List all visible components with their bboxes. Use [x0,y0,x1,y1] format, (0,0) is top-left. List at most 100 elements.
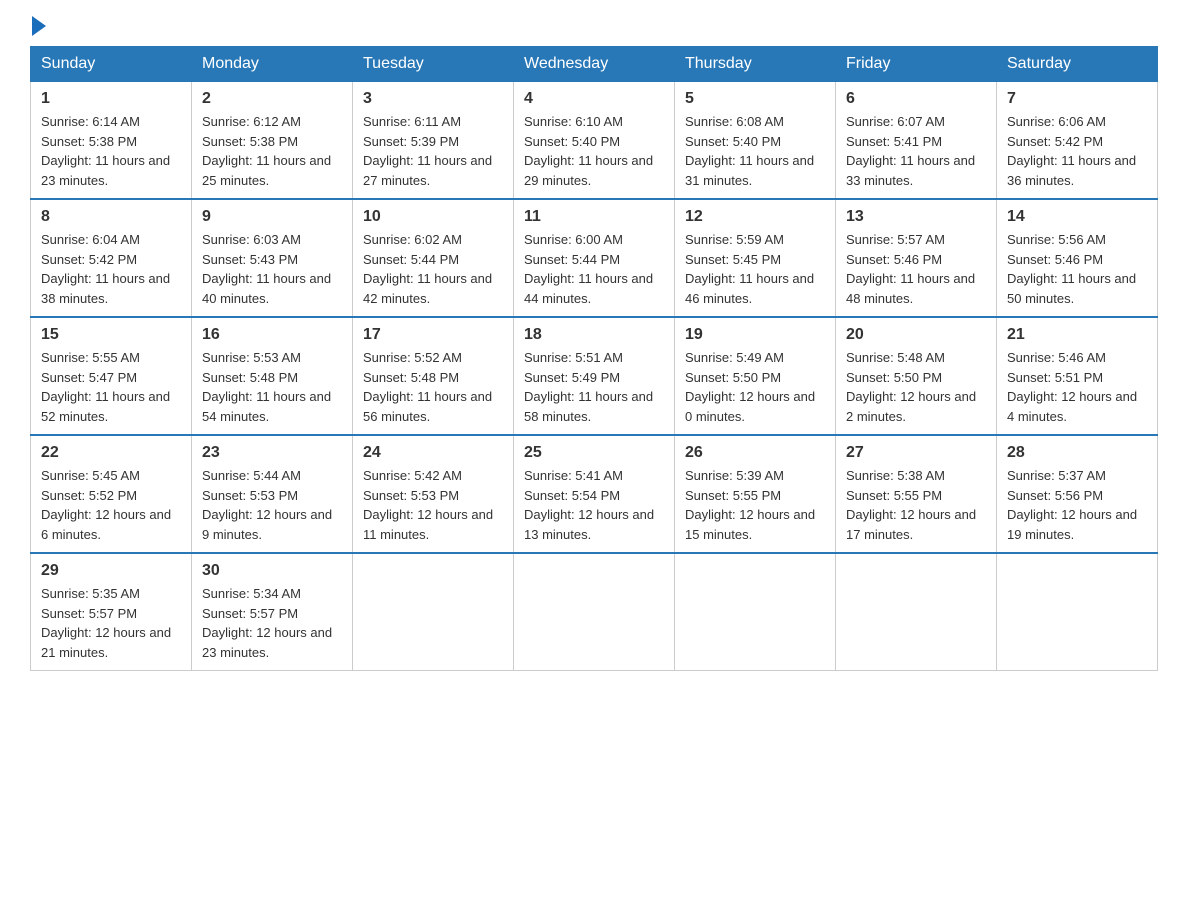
col-header-monday: Monday [192,47,353,82]
day-number: 22 [41,444,181,462]
day-number: 10 [363,208,503,226]
calendar-week-row: 1 Sunrise: 6:14 AMSunset: 5:38 PMDaylight… [31,82,1158,200]
day-info: Sunrise: 6:00 AMSunset: 5:44 PMDaylight:… [524,230,664,308]
day-info: Sunrise: 6:08 AMSunset: 5:40 PMDaylight:… [685,112,825,190]
calendar-cell: 30 Sunrise: 5:34 AMSunset: 5:57 PMDayligh… [192,553,353,671]
day-info: Sunrise: 5:57 AMSunset: 5:46 PMDaylight:… [846,230,986,308]
day-info: Sunrise: 5:45 AMSunset: 5:52 PMDaylight:… [41,466,181,544]
calendar-header-row: SundayMondayTuesdayWednesdayThursdayFrid… [31,47,1158,82]
calendar-cell: 21 Sunrise: 5:46 AMSunset: 5:51 PMDayligh… [997,317,1158,435]
calendar-cell: 12 Sunrise: 5:59 AMSunset: 5:45 PMDayligh… [675,199,836,317]
calendar-cell: 29 Sunrise: 5:35 AMSunset: 5:57 PMDayligh… [31,553,192,671]
day-info: Sunrise: 6:04 AMSunset: 5:42 PMDaylight:… [41,230,181,308]
day-number: 15 [41,326,181,344]
day-number: 23 [202,444,342,462]
day-number: 14 [1007,208,1147,226]
calendar-cell [997,553,1158,671]
calendar-week-row: 22 Sunrise: 5:45 AMSunset: 5:52 PMDayligh… [31,435,1158,553]
calendar-cell: 15Sunrise: 5:55 AMSunset: 5:47 PMDayligh… [31,317,192,435]
day-info: Sunrise: 6:11 AMSunset: 5:39 PMDaylight:… [363,112,503,190]
col-header-friday: Friday [836,47,997,82]
calendar-cell: 25 Sunrise: 5:41 AMSunset: 5:54 PMDayligh… [514,435,675,553]
day-number: 17 [363,326,503,344]
calendar-cell: 8 Sunrise: 6:04 AMSunset: 5:42 PMDaylight… [31,199,192,317]
day-number: 7 [1007,90,1147,108]
calendar-cell: 26 Sunrise: 5:39 AMSunset: 5:55 PMDayligh… [675,435,836,553]
calendar-cell: 19Sunrise: 5:49 AMSunset: 5:50 PMDayligh… [675,317,836,435]
day-number: 16 [202,326,342,344]
day-info: Sunrise: 6:10 AMSunset: 5:40 PMDaylight:… [524,112,664,190]
day-number: 8 [41,208,181,226]
logo [30,20,46,36]
day-info: Sunrise: 5:41 AMSunset: 5:54 PMDaylight:… [524,466,664,544]
calendar-cell [675,553,836,671]
day-info: Sunrise: 5:34 AMSunset: 5:57 PMDaylight:… [202,584,342,662]
calendar-week-row: 15Sunrise: 5:55 AMSunset: 5:47 PMDayligh… [31,317,1158,435]
day-info: Sunrise: 5:39 AMSunset: 5:55 PMDaylight:… [685,466,825,544]
day-number: 5 [685,90,825,108]
day-info: Sunrise: 5:51 AMSunset: 5:49 PMDaylight:… [524,348,664,426]
calendar-cell: 4 Sunrise: 6:10 AMSunset: 5:40 PMDaylight… [514,82,675,200]
calendar-cell: 16 Sunrise: 5:53 AMSunset: 5:48 PMDayligh… [192,317,353,435]
calendar-cell [836,553,997,671]
day-number: 1 [41,90,181,108]
day-number: 2 [202,90,342,108]
day-info: Sunrise: 6:12 AMSunset: 5:38 PMDaylight:… [202,112,342,190]
calendar-cell: 20 Sunrise: 5:48 AMSunset: 5:50 PMDayligh… [836,317,997,435]
calendar-cell: 13 Sunrise: 5:57 AMSunset: 5:46 PMDayligh… [836,199,997,317]
calendar-cell: 2 Sunrise: 6:12 AMSunset: 5:38 PMDaylight… [192,82,353,200]
day-number: 6 [846,90,986,108]
calendar-cell: 10 Sunrise: 6:02 AMSunset: 5:44 PMDayligh… [353,199,514,317]
day-number: 27 [846,444,986,462]
day-info: Sunrise: 6:06 AMSunset: 5:42 PMDaylight:… [1007,112,1147,190]
day-number: 18 [524,326,664,344]
day-info: Sunrise: 6:02 AMSunset: 5:44 PMDaylight:… [363,230,503,308]
calendar-week-row: 8 Sunrise: 6:04 AMSunset: 5:42 PMDaylight… [31,199,1158,317]
calendar-cell: 18 Sunrise: 5:51 AMSunset: 5:49 PMDayligh… [514,317,675,435]
day-number: 24 [363,444,503,462]
day-number: 4 [524,90,664,108]
calendar-cell: 27Sunrise: 5:38 AMSunset: 5:55 PMDayligh… [836,435,997,553]
col-header-sunday: Sunday [31,47,192,82]
calendar-cell [353,553,514,671]
calendar-cell: 7 Sunrise: 6:06 AMSunset: 5:42 PMDaylight… [997,82,1158,200]
day-info: Sunrise: 5:52 AMSunset: 5:48 PMDaylight:… [363,348,503,426]
day-info: Sunrise: 6:14 AMSunset: 5:38 PMDaylight:… [41,112,181,190]
calendar-cell: 6Sunrise: 6:07 AMSunset: 5:41 PMDaylight… [836,82,997,200]
calendar-cell: 1 Sunrise: 6:14 AMSunset: 5:38 PMDaylight… [31,82,192,200]
calendar-cell: 5 Sunrise: 6:08 AMSunset: 5:40 PMDaylight… [675,82,836,200]
day-number: 19 [685,326,825,344]
calendar-week-row: 29 Sunrise: 5:35 AMSunset: 5:57 PMDayligh… [31,553,1158,671]
day-info: Sunrise: 5:48 AMSunset: 5:50 PMDaylight:… [846,348,986,426]
col-header-thursday: Thursday [675,47,836,82]
calendar-cell: 14Sunrise: 5:56 AMSunset: 5:46 PMDayligh… [997,199,1158,317]
calendar-table: SundayMondayTuesdayWednesdayThursdayFrid… [30,46,1158,671]
col-header-saturday: Saturday [997,47,1158,82]
day-number: 20 [846,326,986,344]
day-number: 25 [524,444,664,462]
day-number: 13 [846,208,986,226]
day-info: Sunrise: 5:46 AMSunset: 5:51 PMDaylight:… [1007,348,1147,426]
day-info: Sunrise: 5:44 AMSunset: 5:53 PMDaylight:… [202,466,342,544]
day-info: Sunrise: 5:59 AMSunset: 5:45 PMDaylight:… [685,230,825,308]
calendar-cell: 3 Sunrise: 6:11 AMSunset: 5:39 PMDaylight… [353,82,514,200]
day-number: 26 [685,444,825,462]
col-header-tuesday: Tuesday [353,47,514,82]
day-number: 21 [1007,326,1147,344]
day-number: 12 [685,208,825,226]
day-number: 30 [202,562,342,580]
day-info: Sunrise: 5:42 AMSunset: 5:53 PMDaylight:… [363,466,503,544]
day-info: Sunrise: 5:53 AMSunset: 5:48 PMDaylight:… [202,348,342,426]
day-number: 11 [524,208,664,226]
calendar-cell: 24 Sunrise: 5:42 AMSunset: 5:53 PMDayligh… [353,435,514,553]
col-header-wednesday: Wednesday [514,47,675,82]
calendar-cell: 22 Sunrise: 5:45 AMSunset: 5:52 PMDayligh… [31,435,192,553]
calendar-cell: 11 Sunrise: 6:00 AMSunset: 5:44 PMDayligh… [514,199,675,317]
day-info: Sunrise: 5:37 AMSunset: 5:56 PMDaylight:… [1007,466,1147,544]
day-info: Sunrise: 5:35 AMSunset: 5:57 PMDaylight:… [41,584,181,662]
day-number: 3 [363,90,503,108]
day-number: 29 [41,562,181,580]
logo-arrow-icon [32,16,46,36]
day-number: 9 [202,208,342,226]
calendar-cell: 28Sunrise: 5:37 AMSunset: 5:56 PMDayligh… [997,435,1158,553]
